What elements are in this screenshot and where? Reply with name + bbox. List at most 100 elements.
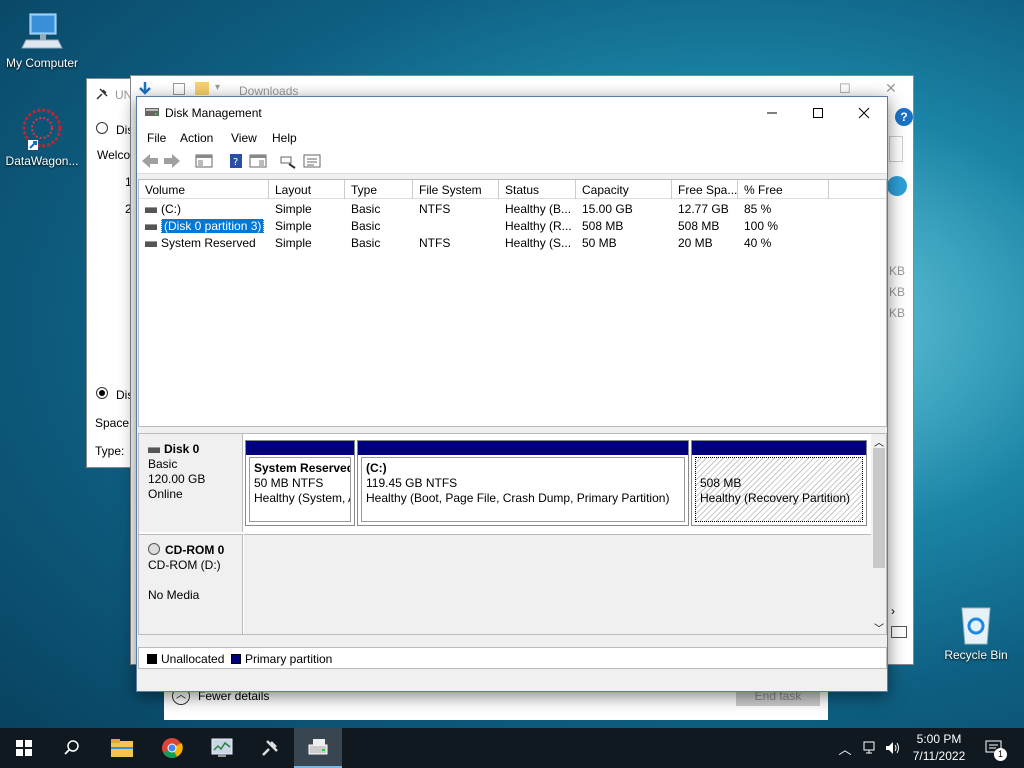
explorer-close-icon[interactable]: ✕	[885, 80, 897, 97]
desktop-icon-my-computer[interactable]: My Computer	[0, 10, 84, 70]
taskbar-chrome[interactable]	[148, 728, 196, 768]
column-header-layout[interactable]: Layout	[269, 180, 345, 199]
taskbar: ︿ 5:00 PM 7/11/2022 1	[0, 728, 1024, 768]
table-row[interactable]: (Disk 0 partition 3) Simple Basic Health…	[139, 217, 886, 234]
disk-management-window[interactable]: Disk Management File Action View Help ?	[136, 96, 888, 692]
column-header-volume[interactable]: Volume	[139, 180, 269, 199]
drive-icon	[145, 223, 157, 230]
maximize-button[interactable]	[795, 97, 841, 128]
file-size: KB	[889, 306, 906, 320]
download-arrow-icon	[137, 82, 153, 96]
network-icon[interactable]	[862, 728, 880, 768]
taskbar-pinned-tool[interactable]	[246, 728, 294, 768]
explorer-maximize-icon[interactable]: ☐	[839, 81, 851, 97]
cell-file-system: NTFS	[419, 202, 451, 216]
help-book-icon[interactable]: ?	[227, 153, 245, 169]
scroll-right-icon[interactable]: ›	[891, 604, 895, 618]
volume-list[interactable]: Volume Layout Type File System Status Ca…	[138, 179, 887, 427]
scroll-up-icon[interactable]: ︿	[874, 434, 884, 449]
primary-partition-bar	[358, 441, 688, 455]
menu-file[interactable]: File	[147, 131, 166, 145]
column-header-percent-free[interactable]: % Free	[738, 180, 829, 199]
partition-size: 119.45 GB NTFS	[366, 476, 458, 490]
show-action-pane-icon[interactable]	[249, 153, 267, 169]
close-button[interactable]	[841, 97, 887, 128]
cell-capacity: 50 MB	[582, 236, 617, 250]
table-row[interactable]: (C:) Simple Basic NTFS Healthy (B... 15.…	[139, 200, 886, 217]
cdrom-0-media: No Media	[148, 588, 200, 602]
utility-radio-1[interactable]	[96, 122, 108, 134]
system-clock[interactable]: 5:00 PM 7/11/2022	[898, 731, 980, 765]
cell-volume-selected: (Disk 0 partition 3)	[161, 219, 265, 233]
menu-view[interactable]: View	[231, 131, 257, 145]
scroll-down-icon[interactable]: ﹀	[874, 620, 884, 634]
cell-status: Healthy (R...	[505, 219, 572, 233]
help-icon[interactable]: ?	[895, 108, 913, 126]
desktop-icon-datawagon[interactable]: DataWagon...	[0, 108, 84, 168]
partition-size: 508 MB	[700, 476, 742, 490]
desktop-icon-label: My Computer	[5, 56, 79, 70]
back-arrow-icon[interactable]	[141, 153, 159, 169]
menu-action[interactable]: Action	[180, 131, 213, 145]
partition-status: Healthy (System, A	[254, 491, 351, 505]
chrome-icon	[162, 738, 183, 759]
explorer-search-box[interactable]	[889, 136, 903, 162]
drive-icon	[145, 240, 157, 247]
utility-welcome-text: Welco	[97, 148, 131, 162]
column-header-type[interactable]: Type	[345, 180, 413, 199]
show-hide-tree-icon[interactable]	[195, 153, 213, 169]
column-header-file-system[interactable]: File System	[413, 180, 499, 199]
connect-key-icon[interactable]	[279, 153, 297, 169]
cdrom-0-drive: CD-ROM (D:)	[148, 558, 221, 572]
cell-percent-free: 85 %	[744, 202, 772, 216]
disk-graphical-view[interactable]: Disk 0 Basic 120.00 GB Online System Res…	[138, 433, 887, 635]
partition-recovery[interactable]: 508 MB Healthy (Recovery Partition)	[691, 440, 867, 526]
partition-c-drive[interactable]: (C:) 119.45 GB NTFS Healthy (Boot, Page …	[357, 440, 689, 526]
primary-partition-swatch	[231, 654, 241, 664]
desktop-icon-recycle-bin[interactable]: Recycle Bin	[934, 602, 1018, 662]
disk-0-size: 120.00 GB	[148, 472, 206, 486]
file-size: KB	[889, 285, 906, 299]
cdrom-0-area	[244, 534, 871, 634]
taskbar-file-explorer[interactable]	[98, 728, 146, 768]
cell-layout: Simple	[275, 236, 312, 250]
unallocated-swatch	[147, 654, 157, 664]
cell-capacity: 15.00 GB	[582, 202, 633, 216]
primary-partition-bar	[692, 441, 866, 455]
disk-0-type: Basic	[148, 457, 178, 471]
utility-radio-2[interactable]	[96, 387, 108, 399]
cell-file-system: NTFS	[419, 236, 451, 250]
start-button[interactable]	[0, 728, 48, 768]
minimize-button[interactable]	[749, 97, 795, 128]
table-row[interactable]: System Reserved Simple Basic NTFS Health…	[139, 234, 886, 251]
details-view-icon[interactable]	[891, 626, 907, 638]
cdrom-0-label[interactable]: CD-ROM 0 CD-ROM (D:) No Media	[139, 534, 243, 634]
disk-0-label[interactable]: Disk 0 Basic 120.00 GB Online	[139, 434, 243, 532]
title-bar[interactable]: Disk Management	[137, 97, 887, 128]
notification-center-button[interactable]: 1	[980, 728, 1008, 768]
menu-bar: File Action View Help	[137, 128, 887, 148]
cell-volume: (C:)	[161, 202, 181, 216]
recycle-bin-icon	[954, 602, 998, 646]
search-button[interactable]	[48, 728, 96, 768]
legend-bar: Unallocated Primary partition	[138, 647, 887, 669]
cdrom-icon	[148, 543, 160, 555]
disk-0-state: Online	[148, 487, 183, 501]
partition-system-reserved[interactable]: System Reserved 50 MB NTFS Healthy (Syst…	[245, 440, 355, 526]
column-header-capacity[interactable]: Capacity	[576, 180, 672, 199]
forward-arrow-icon[interactable]	[163, 153, 181, 169]
show-hidden-icons-button[interactable]: ︿	[836, 728, 854, 768]
column-header-status[interactable]: Status	[499, 180, 576, 199]
graphical-view-scrollbar[interactable]: ︿ ﹀	[871, 434, 886, 634]
cell-free-space: 12.77 GB	[678, 202, 729, 216]
partition-status: Healthy (Boot, Page File, Crash Dump, Pr…	[366, 491, 670, 505]
taskbar-task-manager[interactable]	[198, 728, 246, 768]
taskbar-disk-management[interactable]	[294, 728, 342, 768]
menu-help[interactable]: Help	[272, 131, 297, 145]
cell-free-space: 508 MB	[678, 219, 720, 233]
cell-percent-free: 40 %	[744, 236, 772, 250]
properties-list-icon[interactable]	[303, 153, 321, 169]
scrollbar-thumb[interactable]	[873, 448, 885, 568]
column-header-free-space[interactable]: Free Spa...	[672, 180, 738, 199]
qat-dropdown-icon[interactable]: ▾	[215, 82, 220, 93]
